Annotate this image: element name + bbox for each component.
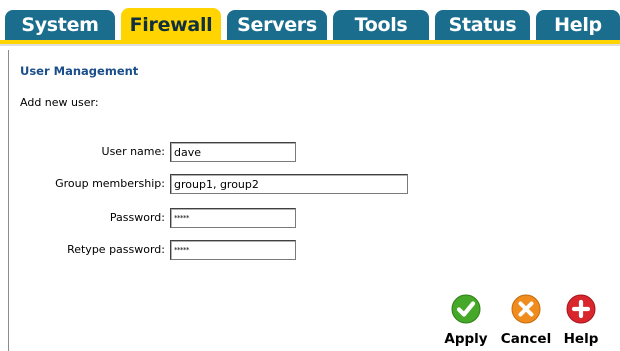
help-button[interactable]: Help (559, 294, 603, 347)
groups-label: Group membership: (55, 177, 165, 190)
tab-status[interactable]: Status (435, 10, 530, 40)
tab-firewall[interactable]: Firewall (121, 8, 221, 42)
groups-row: Group membership: (0, 174, 620, 196)
password-field[interactable] (170, 208, 296, 228)
checkmark-icon (451, 294, 481, 324)
retype-password-label: Retype password: (67, 243, 165, 256)
main-nav: System Servers Tools Status Help Firewal… (0, 0, 620, 52)
cross-icon (511, 294, 541, 324)
page-title: User Management (20, 64, 139, 78)
tab-help[interactable]: Help (536, 10, 620, 40)
help-label: Help (563, 331, 599, 347)
plus-icon (566, 294, 596, 324)
tab-shadow (0, 44, 620, 46)
tab-tools[interactable]: Tools (333, 10, 429, 40)
tab-servers[interactable]: Servers (227, 10, 327, 40)
username-label: User name: (101, 145, 165, 158)
form-subheading: Add new user: (20, 96, 99, 109)
group-membership-field[interactable] (170, 174, 408, 194)
retype-password-field[interactable] (170, 240, 296, 260)
username-row: User name: (0, 142, 620, 164)
cancel-button[interactable]: Cancel (497, 294, 555, 347)
apply-button[interactable]: Apply (441, 294, 491, 347)
tab-system[interactable]: System (5, 10, 115, 40)
cancel-label: Cancel (500, 331, 552, 347)
password-label: Password: (109, 211, 165, 224)
apply-label: Apply (444, 331, 488, 347)
retype-password-row: Retype password: (0, 240, 620, 262)
username-field[interactable] (170, 142, 296, 162)
password-row: Password: (0, 208, 620, 230)
content-left-border (8, 50, 9, 351)
app-root: System Servers Tools Status Help Firewal… (0, 0, 620, 351)
